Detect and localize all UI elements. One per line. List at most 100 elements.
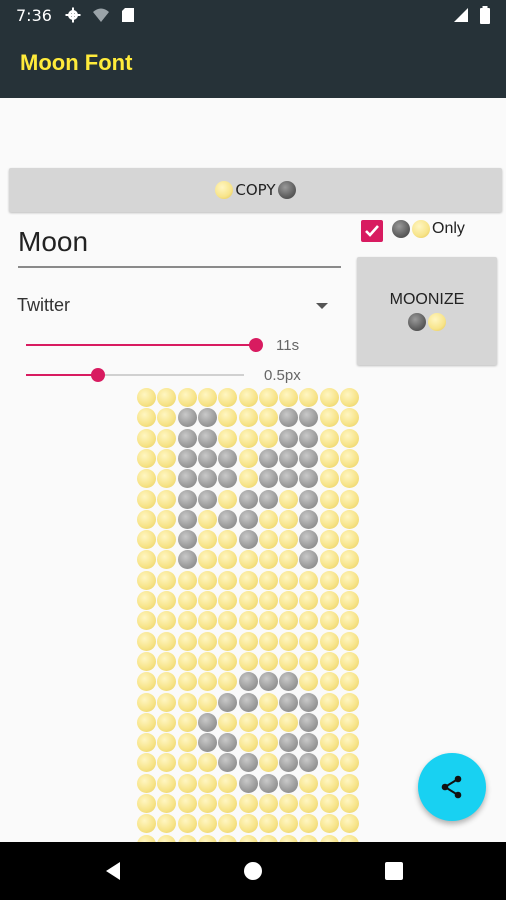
new-moon-icon bbox=[299, 733, 318, 752]
full-moon-icon bbox=[198, 611, 217, 630]
moon-text-input[interactable]: Moon bbox=[18, 224, 341, 268]
full-moon-icon bbox=[239, 794, 258, 813]
full-moon-icon bbox=[157, 672, 176, 691]
only-label-text: Only bbox=[432, 220, 465, 237]
full-moon-icon bbox=[239, 408, 258, 427]
full-moon-icon bbox=[137, 388, 156, 407]
full-moon-icon bbox=[137, 449, 156, 468]
full-moon-icon bbox=[178, 571, 197, 590]
full-moon-icon bbox=[218, 408, 237, 427]
full-moon-icon bbox=[320, 591, 339, 610]
moonize-button[interactable]: MOONIZE bbox=[357, 257, 497, 365]
full-moon-icon bbox=[239, 733, 258, 752]
full-moon-icon bbox=[218, 388, 237, 407]
size-slider[interactable] bbox=[26, 335, 263, 355]
size-slider-thumb[interactable] bbox=[249, 338, 263, 352]
full-moon-icon bbox=[218, 713, 237, 732]
navigation-bar bbox=[0, 842, 506, 900]
full-moon-icon bbox=[259, 693, 278, 712]
full-moon-icon bbox=[279, 530, 298, 549]
full-moon-icon bbox=[340, 693, 359, 712]
settings-icon bbox=[64, 6, 82, 24]
new-moon-icon bbox=[178, 429, 197, 448]
font-spinner[interactable]: Twitter bbox=[16, 288, 336, 324]
full-moon-icon bbox=[239, 814, 258, 833]
new-moon-icon bbox=[178, 408, 197, 427]
full-moon-icon bbox=[320, 571, 339, 590]
full-moon-icon bbox=[340, 794, 359, 813]
only-checkbox[interactable] bbox=[361, 220, 383, 242]
new-moon-icon bbox=[392, 220, 410, 238]
new-moon-icon bbox=[178, 490, 197, 509]
full-moon-icon bbox=[218, 774, 237, 793]
full-moon-icon bbox=[137, 490, 156, 509]
full-moon-icon bbox=[340, 753, 359, 772]
full-moon-icon bbox=[299, 672, 318, 691]
back-icon[interactable] bbox=[102, 860, 124, 882]
full-moon-icon bbox=[340, 449, 359, 468]
new-moon-icon bbox=[239, 530, 258, 549]
full-moon-icon bbox=[137, 611, 156, 630]
full-moon-icon bbox=[340, 591, 359, 610]
full-moon-icon bbox=[178, 753, 197, 772]
full-moon-icon bbox=[178, 814, 197, 833]
new-moon-icon bbox=[279, 429, 298, 448]
full-moon-icon bbox=[157, 550, 176, 569]
new-moon-icon bbox=[198, 733, 217, 752]
full-moon-icon bbox=[137, 469, 156, 488]
status-bar: 7:36 bbox=[0, 0, 506, 32]
home-icon[interactable] bbox=[242, 860, 264, 882]
new-moon-icon bbox=[299, 469, 318, 488]
full-moon-icon bbox=[218, 591, 237, 610]
only-checkbox-label[interactable]: Only bbox=[392, 220, 465, 238]
full-moon-icon bbox=[340, 490, 359, 509]
full-moon-icon bbox=[320, 510, 339, 529]
copy-button[interactable]: COPY bbox=[9, 168, 502, 212]
new-moon-icon bbox=[279, 774, 298, 793]
new-moon-icon bbox=[178, 510, 197, 529]
share-button[interactable] bbox=[418, 753, 486, 821]
full-moon-icon bbox=[157, 794, 176, 813]
battery-icon bbox=[476, 6, 494, 24]
full-moon-icon bbox=[137, 814, 156, 833]
full-moon-icon bbox=[157, 449, 176, 468]
full-moon-icon bbox=[299, 632, 318, 651]
full-moon-icon bbox=[320, 429, 339, 448]
full-moon-icon bbox=[239, 449, 258, 468]
full-moon-icon bbox=[259, 408, 278, 427]
sim-icon bbox=[119, 6, 137, 24]
full-moon-icon bbox=[239, 632, 258, 651]
full-moon-icon bbox=[340, 672, 359, 691]
spacing-slider[interactable] bbox=[26, 365, 244, 385]
new-moon-icon bbox=[239, 490, 258, 509]
full-moon-icon bbox=[320, 774, 339, 793]
full-moon-icon bbox=[340, 814, 359, 833]
full-moon-icon bbox=[178, 672, 197, 691]
spacing-slider-thumb[interactable] bbox=[91, 368, 105, 382]
recents-icon[interactable] bbox=[383, 860, 405, 882]
full-moon-icon bbox=[279, 550, 298, 569]
moonize-button-label: MOONIZE bbox=[389, 291, 465, 308]
full-moon-icon bbox=[218, 429, 237, 448]
full-moon-icon bbox=[157, 469, 176, 488]
full-moon-icon bbox=[279, 510, 298, 529]
full-moon-icon bbox=[412, 220, 430, 238]
full-moon-icon bbox=[239, 429, 258, 448]
dropdown-arrow-icon bbox=[316, 303, 328, 309]
full-moon-icon bbox=[178, 774, 197, 793]
full-moon-icon bbox=[137, 571, 156, 590]
full-moon-icon bbox=[157, 733, 176, 752]
full-moon-icon bbox=[157, 591, 176, 610]
full-moon-icon bbox=[137, 530, 156, 549]
full-moon-icon bbox=[279, 490, 298, 509]
new-moon-icon bbox=[239, 510, 258, 529]
full-moon-icon bbox=[137, 733, 156, 752]
spacing-slider-fill bbox=[26, 374, 98, 376]
new-moon-icon bbox=[299, 713, 318, 732]
full-moon-icon bbox=[137, 713, 156, 732]
full-moon-icon bbox=[259, 814, 278, 833]
full-moon-icon bbox=[259, 591, 278, 610]
full-moon-icon bbox=[340, 530, 359, 549]
full-moon-icon bbox=[299, 611, 318, 630]
full-moon-icon bbox=[178, 652, 197, 671]
